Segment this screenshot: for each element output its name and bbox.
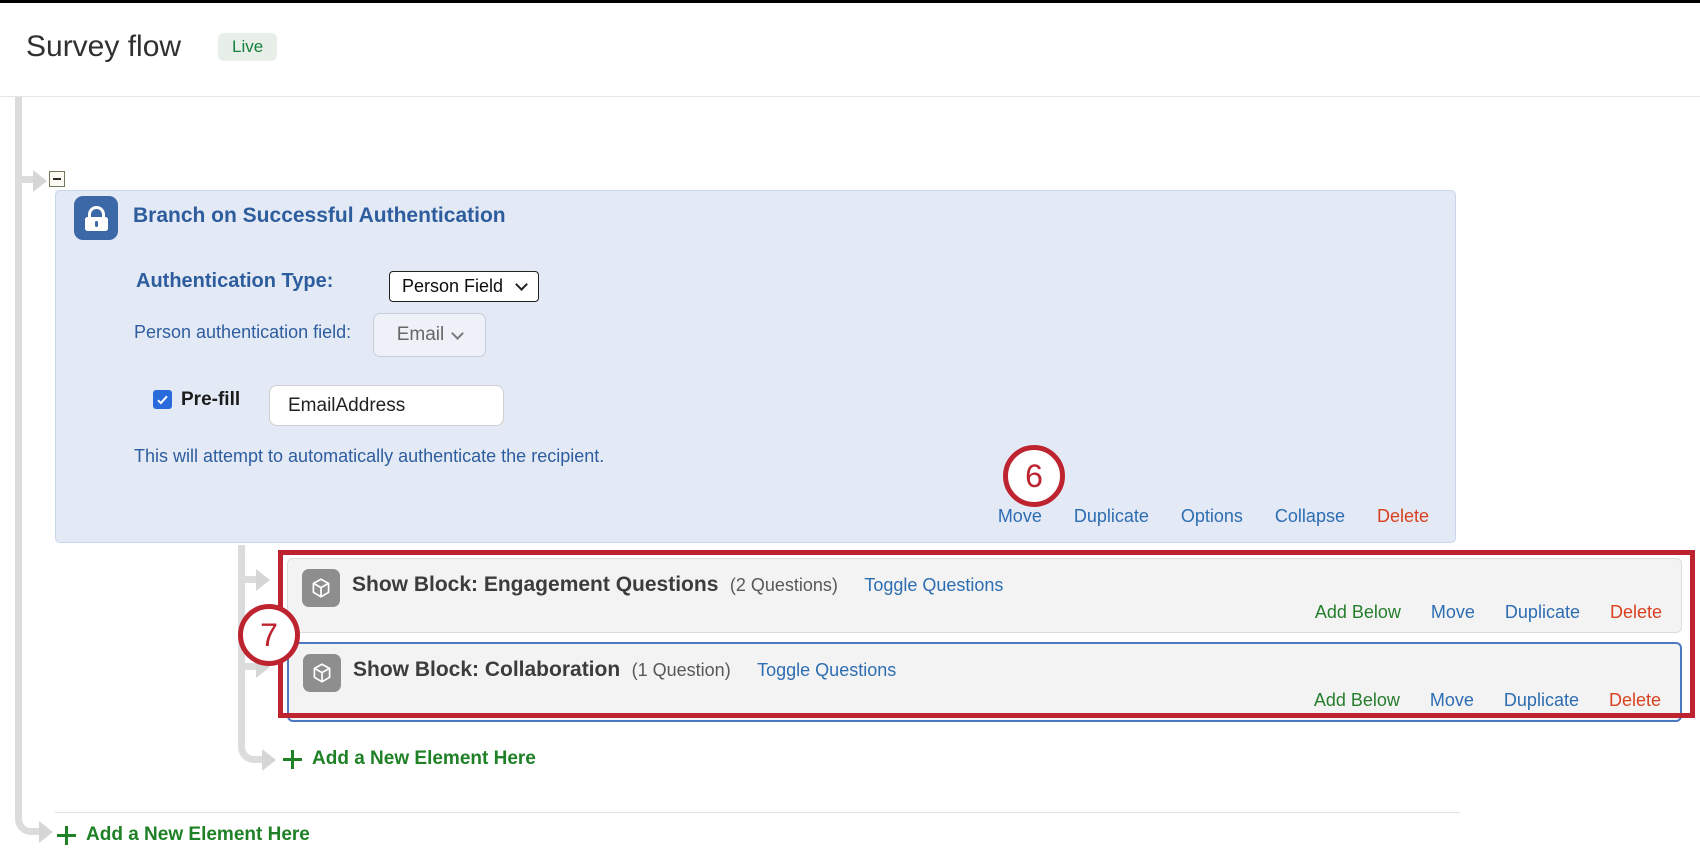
add-element-link-bottom[interactable]: Add a New Element Here [57, 824, 310, 846]
prefill-label: Pre-fill [181, 389, 240, 411]
chevron-down-icon [451, 327, 464, 340]
block-question-count: (1 Question) [632, 660, 731, 680]
flow-arrow-icon [256, 656, 270, 678]
branch-title: Branch on Successful Authentication [133, 204, 506, 228]
branch-panel: Branch on Successful Authentication Auth… [55, 190, 1456, 543]
block-question-count: (2 Questions) [730, 575, 838, 595]
block-cube-icon [303, 654, 341, 692]
person-field-label: Person authentication field: [134, 322, 351, 343]
prefill-checkbox[interactable] [153, 390, 172, 409]
add-below-link[interactable]: Add Below [1315, 602, 1401, 623]
add-element-label: Add a New Element Here [86, 824, 310, 846]
chevron-down-icon [515, 278, 528, 291]
flow-arrow-icon [256, 569, 270, 591]
section-separator [55, 812, 1460, 813]
person-field-selected-value: Email [397, 324, 445, 346]
flow-arrow-icon [262, 749, 276, 771]
plus-icon [283, 750, 302, 769]
toggle-questions-link[interactable]: Toggle Questions [757, 660, 896, 680]
toggle-questions-link[interactable]: Toggle Questions [864, 575, 1003, 595]
flow-connector-line [15, 97, 22, 803]
duplicate-link[interactable]: Duplicate [1074, 506, 1149, 527]
auth-type-select[interactable]: Person Field [389, 271, 539, 302]
duplicate-link[interactable]: Duplicate [1505, 602, 1580, 623]
branch-actions: Move Duplicate Options Collapse Delete [998, 506, 1429, 527]
status-badge: Live [218, 33, 277, 61]
flow-connector-line [238, 663, 256, 670]
block-title: Show Block: Collaboration [353, 658, 620, 681]
flow-connector-line [15, 176, 33, 183]
collapse-link[interactable]: Collapse [1275, 506, 1345, 527]
header-divider [0, 96, 1700, 97]
move-link[interactable]: Move [1430, 690, 1474, 711]
delete-link[interactable]: Delete [1377, 506, 1429, 527]
plus-icon [57, 826, 76, 845]
auth-type-selected-value: Person Field [402, 276, 503, 297]
minus-icon [53, 178, 61, 180]
flow-connector-line [238, 576, 256, 583]
flow-arrow-icon [39, 821, 53, 843]
flow-connector-corner [238, 730, 264, 763]
add-element-link-inner[interactable]: Add a New Element Here [283, 748, 536, 770]
prefill-input[interactable] [269, 385, 504, 426]
person-field-dropdown[interactable]: Email [373, 313, 486, 357]
survey-flow-page: Survey flow Live Branch on Successful Au… [0, 0, 1700, 850]
page-title: Survey flow [26, 30, 181, 64]
duplicate-link[interactable]: Duplicate [1504, 690, 1579, 711]
block-title: Show Block: Engagement Questions [352, 573, 718, 596]
add-below-link[interactable]: Add Below [1314, 690, 1400, 711]
move-link[interactable]: Move [1431, 602, 1475, 623]
block-cube-icon [302, 569, 340, 607]
auth-info-text: This will attempt to automatically authe… [134, 446, 604, 467]
delete-link[interactable]: Delete [1609, 690, 1661, 711]
window-top-border [0, 0, 1700, 3]
branch-collapse-toggle[interactable] [49, 171, 65, 187]
auth-type-label: Authentication Type: [136, 270, 333, 293]
move-link[interactable]: Move [998, 506, 1042, 527]
options-link[interactable]: Options [1181, 506, 1243, 527]
flow-arrow-icon [33, 170, 47, 192]
delete-link[interactable]: Delete [1610, 602, 1662, 623]
check-icon [157, 393, 167, 404]
show-block-row-collaboration[interactable]: Show Block: Collaboration (1 Question) T… [287, 642, 1682, 722]
add-element-label: Add a New Element Here [312, 748, 536, 770]
flow-connector-corner [15, 800, 41, 835]
lock-icon [74, 196, 118, 240]
show-block-row-engagement[interactable]: Show Block: Engagement Questions (2 Ques… [287, 558, 1682, 633]
